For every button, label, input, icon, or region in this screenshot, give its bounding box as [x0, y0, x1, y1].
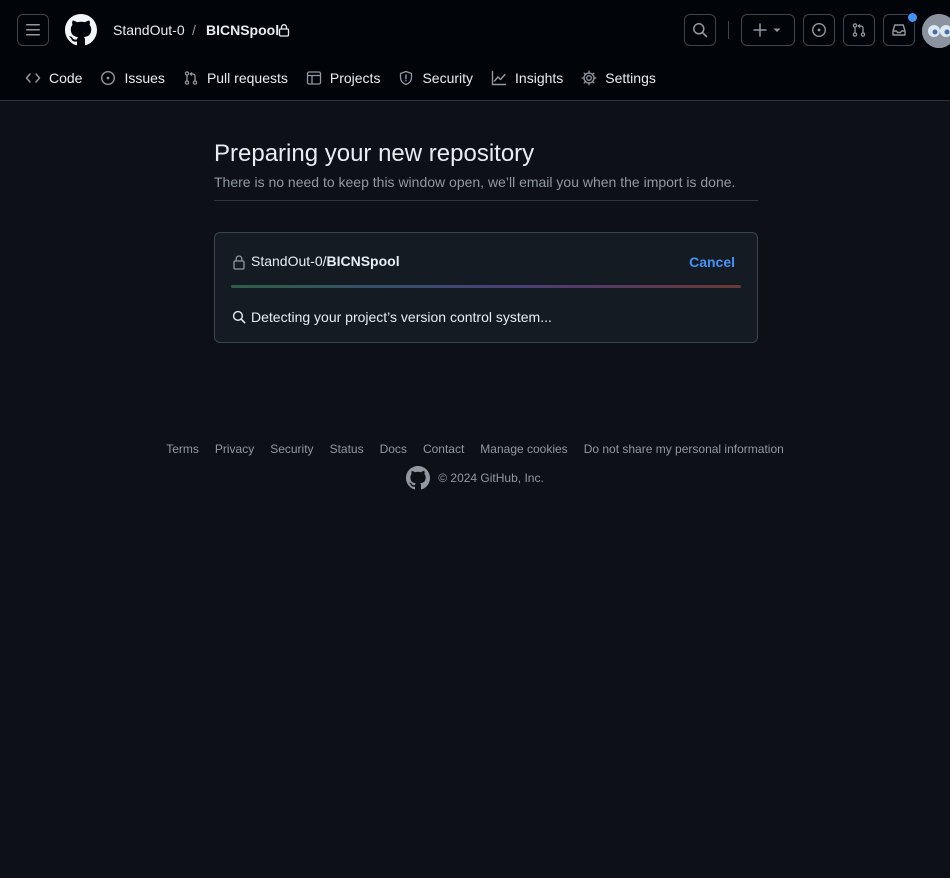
footer-link-status[interactable]: Status — [330, 441, 364, 457]
breadcrumb-repo[interactable]: BICNSpool — [206, 21, 279, 39]
import-repo-owner: StandOut-0/ — [251, 253, 327, 269]
github-mark-icon[interactable] — [65, 14, 97, 46]
tab-label: Code — [49, 70, 83, 86]
search-icon — [232, 310, 246, 324]
footer-links: Terms Privacy Security Status Docs Conta… — [0, 441, 950, 457]
search-icon — [693, 23, 708, 38]
menu-button[interactable] — [17, 14, 49, 46]
shield-icon — [400, 70, 413, 86]
footer-link-contact[interactable]: Contact — [423, 441, 464, 457]
tab-issues[interactable]: Issues — [91, 62, 173, 94]
issue-opened-icon — [811, 22, 827, 38]
cancel-import-button[interactable]: Cancel — [689, 253, 735, 271]
git-pull-request-icon — [852, 23, 866, 37]
inbox-icon — [892, 24, 906, 36]
create-new-button[interactable] — [741, 14, 795, 46]
git-pull-request-icon — [184, 71, 198, 85]
notification-indicator — [907, 12, 918, 23]
copyright-text: © 2024 GitHub, Inc. — [438, 471, 544, 485]
footer-link-privacy[interactable]: Privacy — [215, 441, 254, 457]
tab-insights[interactable]: Insights — [482, 62, 572, 94]
tab-projects[interactable]: Projects — [297, 62, 390, 94]
header-divider — [728, 21, 729, 39]
import-status-text: Detecting your project’s version control… — [251, 309, 552, 325]
import-header: Preparing your new repository There is n… — [214, 140, 758, 201]
table-icon — [306, 71, 322, 85]
tab-pull-requests[interactable]: Pull requests — [174, 62, 297, 94]
search-button[interactable] — [684, 14, 716, 46]
chevron-down-icon — [773, 28, 781, 32]
app-header: StandOut-0 / BICNSpool Code Issues Pull … — [0, 0, 950, 101]
graph-icon — [491, 70, 507, 86]
pull-requests-button[interactable] — [843, 14, 875, 46]
footer-link-security[interactable]: Security — [270, 441, 313, 457]
import-progress-fill — [231, 285, 741, 288]
tab-label: Security — [422, 70, 474, 86]
tab-security[interactable]: Security — [389, 62, 482, 94]
avatar[interactable] — [922, 14, 950, 48]
tab-label: Pull requests — [206, 70, 288, 86]
github-mark-icon[interactable] — [406, 466, 431, 490]
tab-code[interactable]: Code — [16, 62, 91, 94]
footer-link-manage-cookies[interactable]: Manage cookies — [480, 441, 567, 457]
import-repo-title: BICNSpool — [326, 253, 400, 269]
import-status-box: StandOut-0/BICNSpool Cancel Detecting yo… — [214, 232, 758, 343]
footer-link-terms[interactable]: Terms — [166, 441, 199, 457]
breadcrumb-owner[interactable]: StandOut-0 — [113, 21, 185, 39]
import-repo-name: StandOut-0/BICNSpool — [251, 252, 400, 270]
issues-button[interactable] — [803, 14, 835, 46]
page-subtitle: There is no need to keep this window ope… — [214, 174, 736, 190]
hamburger-icon — [26, 24, 40, 36]
tab-label: Issues — [124, 70, 165, 86]
code-icon — [25, 73, 41, 83]
lock-icon — [233, 255, 245, 270]
tab-label: Projects — [329, 70, 381, 86]
footer-link-docs[interactable]: Docs — [380, 441, 407, 457]
divider — [214, 200, 758, 201]
plus-icon — [753, 23, 767, 37]
avatar-image-icon — [922, 14, 950, 48]
gear-icon — [581, 70, 597, 86]
lock-icon — [278, 24, 290, 37]
repo-nav-tabs: Code Issues Pull requests Projects Secur… — [16, 62, 665, 94]
tab-settings[interactable]: Settings — [572, 62, 665, 94]
footer-link-do-not-share[interactable]: Do not share my personal information — [584, 441, 784, 457]
breadcrumb-separator: / — [192, 22, 196, 38]
issue-opened-icon — [101, 70, 116, 86]
tab-label: Insights — [515, 70, 564, 86]
tab-label: Settings — [605, 70, 656, 86]
import-progress-bar — [231, 285, 741, 288]
footer-copyright: © 2024 GitHub, Inc. — [0, 466, 950, 490]
page-title: Preparing your new repository — [214, 140, 535, 167]
